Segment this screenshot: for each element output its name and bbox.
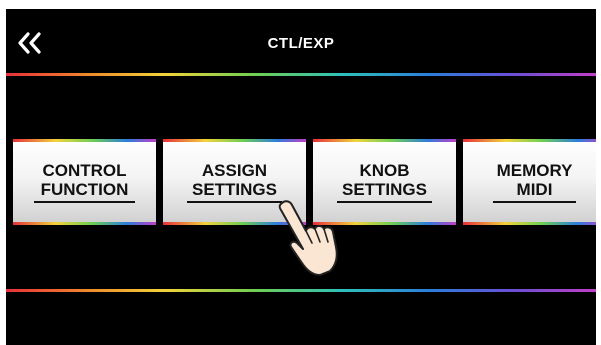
- header: CTL/EXP: [6, 9, 596, 73]
- button-top-edge: [463, 139, 596, 142]
- button-label-line2: FUNCTION: [40, 180, 129, 199]
- button-label-line1: MEMORY: [496, 161, 573, 180]
- pointing-hand-icon: [278, 200, 338, 276]
- button-label-line1: CONTROL: [42, 161, 127, 180]
- button-top-edge: [313, 139, 456, 142]
- button-label: CONTROL FUNCTION: [13, 161, 156, 199]
- button-top-edge: [13, 139, 156, 142]
- button-label: MEMORY MIDI: [463, 161, 596, 199]
- screen: CTL/EXP CONTROL FUNCTION ASSIGN SETTINGS: [6, 9, 596, 345]
- memory-midi-button[interactable]: MEMORY MIDI: [463, 139, 596, 225]
- button-label-line1: ASSIGN: [201, 161, 268, 180]
- button-label: KNOB SETTINGS: [313, 161, 456, 199]
- button-label: ASSIGN SETTINGS: [163, 161, 306, 199]
- control-function-button[interactable]: CONTROL FUNCTION: [13, 139, 156, 225]
- button-underline: [34, 201, 135, 203]
- button-bottom-edge: [13, 222, 156, 225]
- top-divider: [6, 73, 596, 76]
- button-top-edge: [163, 139, 306, 142]
- button-underline: [493, 201, 576, 203]
- button-label-line1: KNOB: [359, 161, 410, 180]
- button-bottom-edge: [463, 222, 596, 225]
- page-title: CTL/EXP: [267, 35, 335, 52]
- button-underline: [187, 201, 282, 203]
- bottom-divider: [6, 289, 596, 292]
- button-label-line2: MIDI: [516, 180, 553, 199]
